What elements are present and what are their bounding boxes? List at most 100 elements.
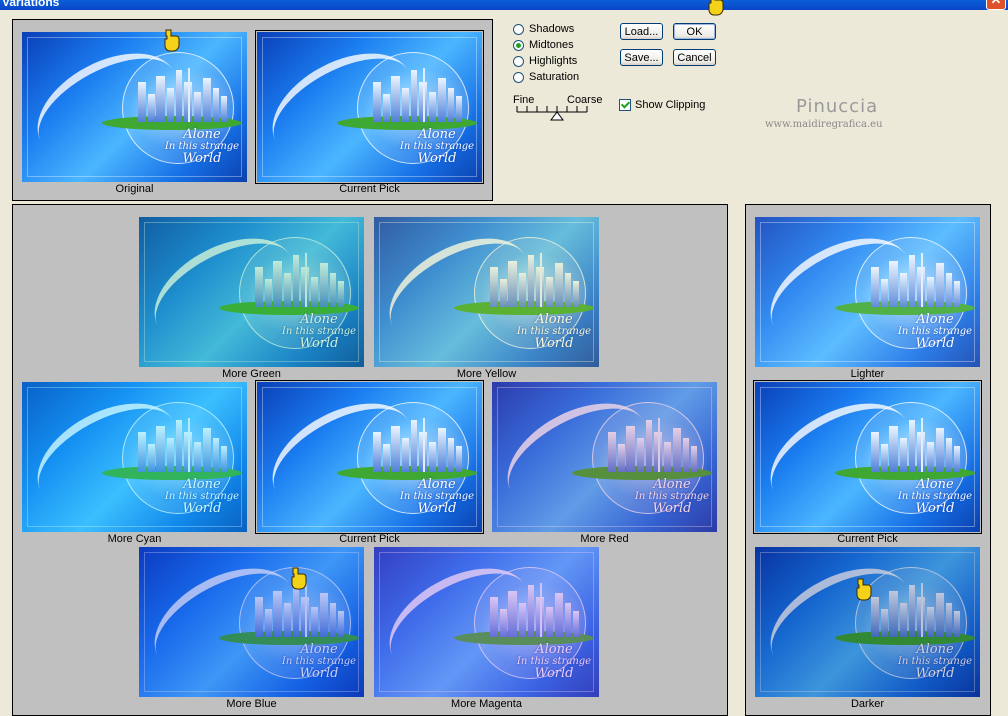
- variation-thumbnail-more-yellow[interactable]: Alone In this strange World More Yellow: [374, 217, 599, 380]
- building: [909, 255, 915, 307]
- preview-image[interactable]: Alone In this strange World: [374, 547, 599, 697]
- image-caption-text: Alone In this strange World: [397, 128, 477, 166]
- preview-image[interactable]: Alone In this strange World: [755, 217, 980, 367]
- building: [555, 593, 563, 637]
- preview-image[interactable]: Alone In this strange World: [139, 547, 364, 697]
- variation-thumbnail-darker[interactable]: Alone In this strange World Darker: [755, 547, 980, 710]
- building: [881, 279, 888, 307]
- radio-midtones-button[interactable]: [513, 40, 524, 51]
- variation-thumbnail-current-pick[interactable]: Alone In this strange World Current Pick: [255, 30, 484, 195]
- variation-thumbnail-current-pick[interactable]: Alone In this strange World Current Pick: [255, 380, 484, 545]
- save-button[interactable]: Save...: [620, 49, 663, 66]
- building: [565, 603, 571, 637]
- radio-midtones[interactable]: Midtones: [513, 39, 593, 53]
- variation-caption: More Yellow: [456, 368, 517, 380]
- image-caption-text: Alone In this strange World: [279, 643, 359, 681]
- building: [565, 273, 571, 307]
- building: [519, 603, 526, 637]
- building: [330, 603, 336, 637]
- building: [927, 277, 934, 307]
- variation-caption: More Red: [580, 533, 629, 545]
- building: [383, 444, 390, 472]
- building: [936, 428, 944, 472]
- building: [946, 603, 952, 637]
- variation-thumbnail-more-blue[interactable]: Alone In this strange World More Blue: [139, 547, 364, 710]
- slider-thumb[interactable]: [550, 111, 564, 121]
- load-button[interactable]: Load...: [620, 23, 663, 40]
- radio-shadows-label: Shadows: [529, 23, 575, 35]
- variation-caption: More Magenta: [451, 698, 522, 710]
- variation-thumbnail-more-green[interactable]: Alone In this strange World More Green: [139, 217, 364, 380]
- building: [664, 442, 671, 472]
- building: [265, 609, 272, 637]
- variation-thumbnail-original[interactable]: Alone In this strange World Original: [22, 32, 247, 195]
- image-caption-text: Alone In this strange World: [514, 643, 594, 681]
- city-skyline: [257, 68, 482, 122]
- variation-thumbnail-more-magenta[interactable]: Alone In this strange World More Magenta: [374, 547, 599, 710]
- building: [330, 273, 336, 307]
- city-skyline: [755, 253, 980, 307]
- building: [373, 432, 381, 472]
- image-text-line: Alone: [916, 642, 954, 657]
- pointing-hand-icon: [291, 567, 307, 590]
- variation-caption: Current Pick: [837, 533, 898, 545]
- building: [411, 420, 417, 472]
- show-clipping-label[interactable]: Show Clipping: [635, 99, 705, 111]
- variation-caption: Current Pick: [339, 533, 400, 545]
- building: [618, 444, 625, 472]
- building: [954, 611, 960, 637]
- image-text-line: World: [915, 501, 955, 517]
- image-text-line: Alone: [653, 477, 691, 492]
- building: [284, 603, 291, 637]
- image-text-line: World: [182, 501, 222, 517]
- preview-image[interactable]: Alone In this strange World: [255, 380, 484, 534]
- image-caption-text: Alone In this strange World: [279, 313, 359, 351]
- building: [881, 609, 888, 637]
- ok-button[interactable]: OK: [673, 23, 716, 40]
- building: [293, 255, 299, 307]
- building: [194, 442, 201, 472]
- radio-highlights-label: Highlights: [529, 55, 578, 67]
- variation-thumbnail-more-red[interactable]: Alone In this strange World More Red: [492, 382, 717, 545]
- fine-coarse-slider[interactable]: [513, 104, 603, 122]
- variation-caption: Lighter: [850, 368, 885, 380]
- building: [383, 94, 390, 122]
- radio-highlights[interactable]: Highlights: [513, 55, 593, 69]
- radio-highlights-button[interactable]: [513, 56, 524, 67]
- variation-thumbnail-lighter[interactable]: Alone In this strange World Lighter: [755, 217, 980, 380]
- cancel-button[interactable]: Cancel: [673, 49, 716, 66]
- radio-shadows[interactable]: Shadows: [513, 23, 593, 37]
- building: [429, 442, 436, 472]
- building: [273, 261, 282, 307]
- variation-thumbnail-current-pick[interactable]: Alone In this strange World Current Pick: [753, 380, 982, 545]
- building: [293, 585, 299, 637]
- variation-thumbnail-more-cyan[interactable]: Alone In this strange World More Cyan: [22, 382, 247, 545]
- building: [954, 281, 960, 307]
- preview-image[interactable]: Alone In this strange World: [753, 380, 982, 534]
- preview-image[interactable]: Alone In this strange World: [22, 382, 247, 532]
- image-text-line: Alone: [418, 477, 456, 492]
- city-skyline: [492, 418, 717, 472]
- close-button[interactable]: ✕: [986, 0, 1006, 10]
- building: [936, 263, 944, 307]
- preview-image[interactable]: Alone In this strange World: [139, 217, 364, 367]
- building: [138, 82, 146, 122]
- building: [203, 428, 211, 472]
- show-clipping-checkbox[interactable]: [619, 99, 631, 111]
- preview-image[interactable]: Alone In this strange World: [22, 32, 247, 182]
- radio-shadows-button[interactable]: [513, 24, 524, 35]
- building: [391, 76, 400, 122]
- radio-saturation-button[interactable]: [513, 72, 524, 83]
- building: [213, 438, 219, 472]
- radio-saturation[interactable]: Saturation: [513, 71, 593, 85]
- preview-image[interactable]: Alone In this strange World: [255, 30, 484, 184]
- pointing-hand-icon: [708, 0, 724, 16]
- building: [490, 597, 498, 637]
- building: [411, 70, 417, 122]
- space-needle: [540, 583, 542, 637]
- preview-image[interactable]: Alone In this strange World: [374, 217, 599, 367]
- image-text-line: Alone: [300, 642, 338, 657]
- building: [490, 267, 498, 307]
- preview-image[interactable]: Alone In this strange World: [492, 382, 717, 532]
- preview-image[interactable]: Alone In this strange World: [755, 547, 980, 697]
